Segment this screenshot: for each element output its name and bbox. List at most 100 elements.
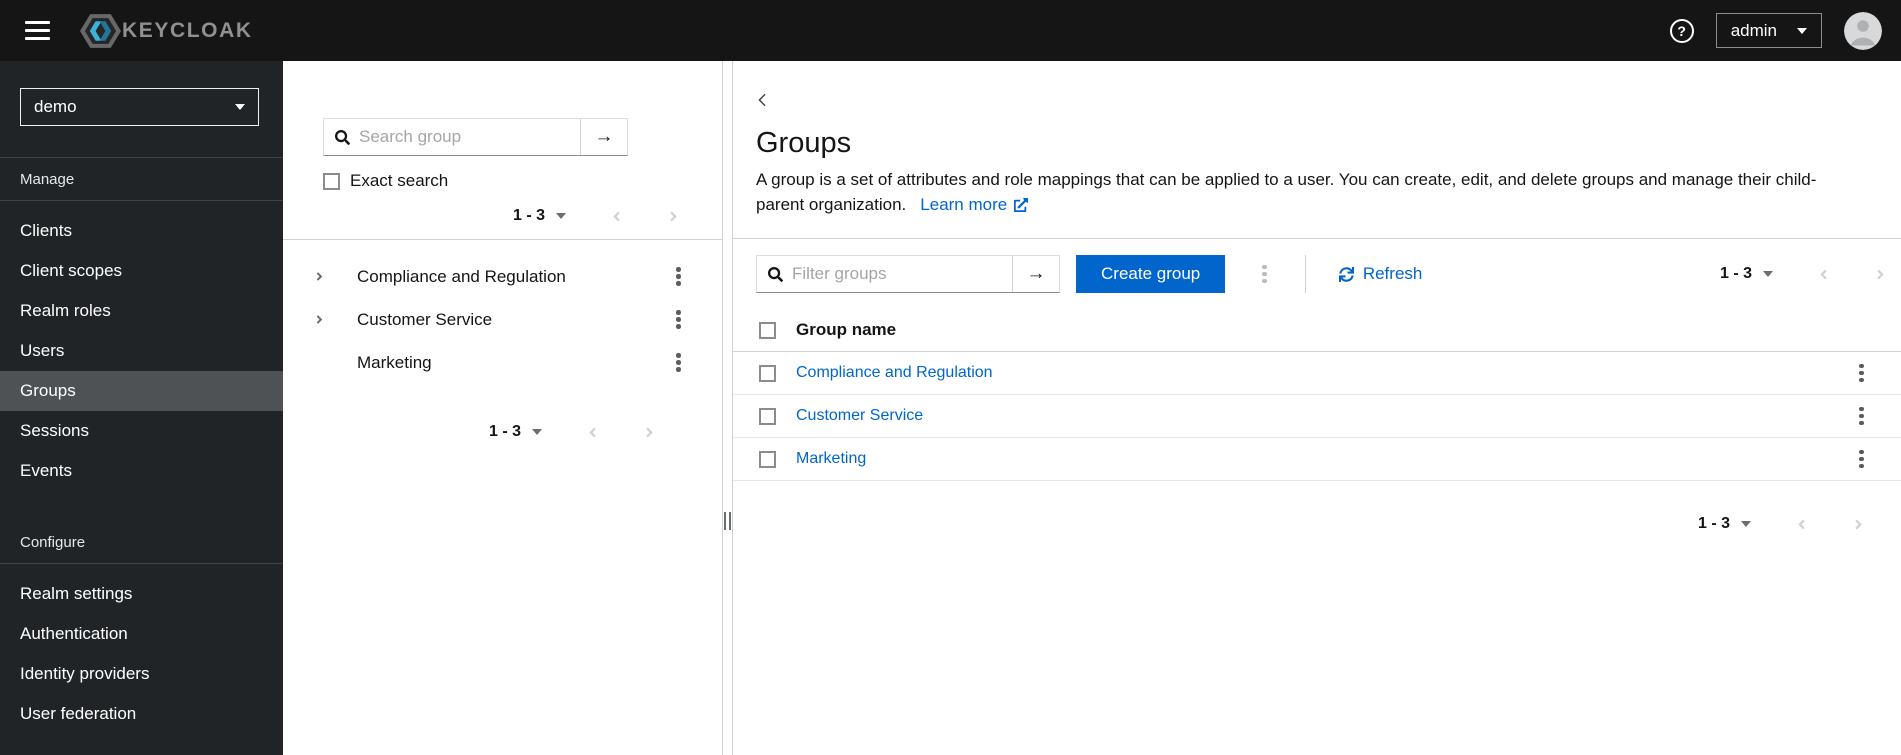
sidebar-item-groups[interactable]: Groups [0,371,283,411]
user-menu-dropdown[interactable]: admin [1715,13,1822,48]
search-submit-button[interactable]: → [580,119,627,155]
sidebar-item-realm-settings[interactable]: Realm settings [0,574,283,614]
tree-item-compliance-and-regulation[interactable]: Compliance and Regulation [283,255,722,298]
caret-down-icon [1741,521,1751,527]
refresh-button[interactable]: Refresh [1338,264,1422,284]
table-pagination-bottom: 1 - 3 [733,508,1901,540]
page-description: A group is a set of attributes and role … [756,167,1846,217]
page-title: Groups [756,127,852,159]
groups-tree: Compliance and Regulation Customer Servi… [283,240,722,384]
keycloak-logo-icon [80,13,121,48]
filter-box [757,256,1012,292]
learn-more-link[interactable]: Learn more [920,192,1029,217]
username: admin [1730,20,1777,40]
pagination-menu-toggle[interactable]: 1 - 3 [489,416,542,448]
filter-submit-button[interactable]: → [1012,256,1059,292]
brand-title: KEYCLOAK [122,18,253,42]
table-row: Customer Service [733,395,1901,438]
row-checkbox[interactable] [759,407,776,425]
groups-table: Group name Compliance and Regulation Cus… [733,309,1901,481]
toolbar-kebab-menu[interactable] [1255,260,1274,289]
angle-left-icon [589,427,596,437]
refresh-icon [1338,266,1354,282]
chevron-right-icon[interactable] [314,313,341,326]
kebab-menu[interactable] [1852,445,1871,474]
global-nav-toggle-button[interactable] [19,13,56,48]
caret-down-icon [1763,271,1773,277]
search-group-input[interactable] [359,127,580,147]
sidebar: demo Manage Clients Client scopes Realm … [0,61,283,755]
realm-selector[interactable]: demo [20,88,259,126]
tree-item-customer-service[interactable]: Customer Service [283,298,722,341]
keycloak-admin-console: KEYCLOAK ? admin demo Manage Clients Cli… [0,0,1901,755]
sidebar-item-clients[interactable]: Clients [0,211,283,251]
sidebar-item-identity-providers[interactable]: Identity providers [0,654,283,694]
filter-input-group: → [756,255,1060,293]
table-row: Compliance and Regulation [733,352,1901,395]
pagination-prev-button[interactable] [1795,517,1808,532]
select-all-checkbox[interactable] [759,321,776,339]
sidebar-item-user-federation[interactable]: User federation [0,694,283,734]
chevron-right-icon[interactable] [314,270,341,283]
kebab-menu[interactable] [669,262,688,291]
pagination-menu-toggle[interactable]: 1 - 3 [1698,508,1751,540]
toolbar-divider [1304,255,1306,293]
nav-section-manage: Manage [20,171,75,188]
pagination-menu-toggle[interactable]: 1 - 3 [1720,258,1773,290]
sidebar-item-authentication[interactable]: Authentication [0,614,283,654]
caret-down-icon [235,104,245,110]
sidebar-item-users[interactable]: Users [0,331,283,371]
pagination-prev-button[interactable] [1817,267,1830,282]
kebab-menu[interactable] [1852,402,1871,431]
back-button[interactable] [756,93,768,110]
app-body: demo Manage Clients Client scopes Realm … [0,61,1901,755]
angle-left-icon [613,211,620,221]
group-link[interactable]: Marketing [796,450,866,468]
tree-item-marketing[interactable]: Marketing [283,341,722,384]
keycloak-brand: KEYCLOAK [80,13,253,49]
angle-right-icon [670,211,677,221]
tree-item-label: Marketing [357,352,432,372]
groups-tree-panel: → Exact search 1 - 3 Compliance and Regu… [283,61,723,755]
current-realm: demo [34,97,77,116]
kebab-menu[interactable] [669,348,688,377]
row-checkbox[interactable] [759,450,776,468]
create-group-button[interactable]: Create group [1076,255,1226,293]
pagination-range: 1 - 3 [1697,515,1730,532]
nav-section-configure: Configure [20,534,86,551]
caret-down-icon [1797,27,1807,34]
pagination-next-button[interactable] [1852,517,1865,532]
row-checkbox[interactable] [759,364,776,382]
tree-item-label: Customer Service [357,309,493,329]
table-row: Marketing [733,438,1901,481]
kebab-menu[interactable] [669,305,688,334]
masthead-right: ? admin [1669,11,1882,50]
pagination-prev-button[interactable] [586,425,599,440]
panel-resize-splitter[interactable] [723,61,732,755]
sidebar-item-sessions[interactable]: Sessions [0,411,283,451]
sidebar-item-events[interactable]: Events [0,451,283,491]
masthead: KEYCLOAK ? admin [0,0,1901,61]
sidebar-item-client-scopes[interactable]: Client scopes [0,251,283,291]
groups-toolbar: → Create group Refresh 1 - 3 [733,239,1901,309]
pagination-menu-toggle[interactable]: 1 - 3 [513,200,566,232]
sidebar-item-realm-roles[interactable]: Realm roles [0,291,283,331]
angle-right-icon [646,427,653,437]
pagination-next-button[interactable] [643,425,656,440]
filter-groups-input[interactable] [792,264,1012,284]
avatar[interactable] [1844,11,1882,50]
angle-right-icon [1855,519,1862,529]
help-icon[interactable]: ? [1669,18,1694,43]
exact-search-label: Exact search [350,171,449,190]
group-link[interactable]: Customer Service [796,407,923,425]
pagination-next-button[interactable] [1874,267,1887,282]
exact-search-checkbox[interactable] [323,172,340,190]
splitter-grip-icon [723,512,732,530]
pagination-range: 1 - 3 [512,207,545,224]
pagination-next-button[interactable] [667,209,680,224]
pagination-prev-button[interactable] [610,209,623,224]
kebab-menu[interactable] [1852,359,1871,388]
nav-list-manage: Clients Client scopes Realm roles Users … [0,201,283,491]
caret-down-icon [532,429,542,435]
group-link[interactable]: Compliance and Regulation [796,364,993,382]
